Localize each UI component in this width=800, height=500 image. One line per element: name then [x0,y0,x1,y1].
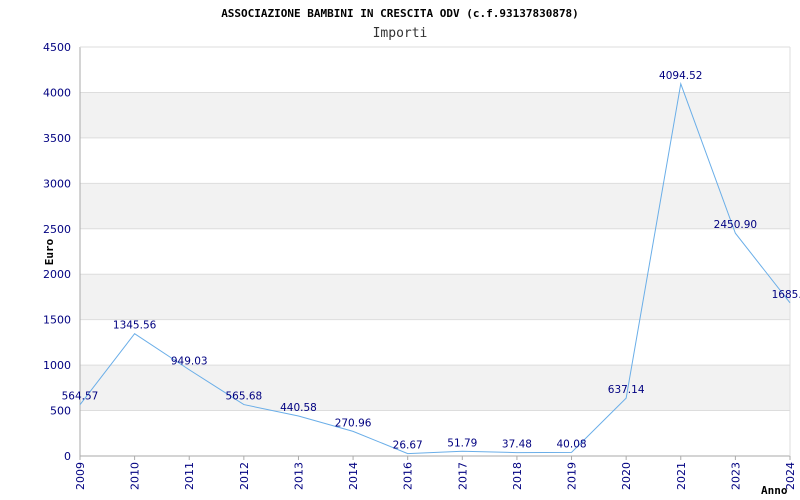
x-tick-label: 2011 [183,462,196,490]
chart-title: ASSOCIAZIONE BAMBINI IN CRESCITA ODV (c.… [221,7,579,20]
data-label: 564.57 [62,391,99,403]
y-tick-label: 2000 [43,268,71,281]
data-label: 440.58 [280,402,317,414]
y-tick-label: 0 [64,450,71,463]
y-tick-label: 1500 [43,314,71,327]
data-label: 565.68 [225,391,262,403]
grid-band [80,183,790,229]
chart-subtitle: Importi [373,26,428,41]
x-tick-label: 2009 [74,462,87,490]
y-axis-label: Euro [43,238,56,265]
x-tick-label: 2023 [729,462,742,490]
y-tick-label: 4500 [43,41,71,54]
y-tick-label: 4000 [43,86,71,99]
y-tick-label: 500 [50,405,71,418]
x-tick-label: 2021 [675,462,688,490]
data-label: 949.03 [171,356,208,368]
data-label: 26.67 [393,440,423,452]
x-tick-label: 2019 [566,462,579,490]
x-tick-labels: 2009 2010 2011 2012 2013 2014 2016 2017 2018 2019… [74,462,797,490]
x-tick-label: 2017 [456,462,469,490]
y-tick-label: 1000 [43,359,71,372]
grid-band [80,365,790,411]
grid-band [80,274,790,320]
data-label: 1685.9 [772,289,800,301]
x-tick-label: 2010 [129,462,142,490]
x-axis-label: Anno [761,484,788,497]
x-tick-label: 2013 [292,462,305,490]
x-tick-label: 2016 [402,462,415,490]
data-label: 4094.52 [659,70,702,82]
y-tick-label: 3500 [43,132,71,145]
data-label: 51.79 [447,437,477,449]
y-tick-label: 3000 [43,177,71,190]
x-tick-label: 2018 [511,462,524,490]
x-tick-label: 2014 [347,462,360,490]
data-label: 270.96 [335,417,372,429]
x-tick-label: 2020 [620,462,633,490]
data-label: 637.14 [608,384,645,396]
chart: 0 500 1000 1500 2000 2500 3000 3500 4000 4500 200… [43,7,800,497]
y-tick-label: 2500 [43,223,71,236]
data-label: 1345.56 [113,320,157,332]
data-label: 40.08 [557,438,587,450]
data-label: 37.48 [502,439,532,451]
chart-root: 0 500 1000 1500 2000 2500 3000 3500 4000 4500 200… [0,0,800,500]
x-tick-label: 2012 [238,462,251,490]
grid-band [80,92,790,138]
data-label: 2450.90 [714,219,757,231]
